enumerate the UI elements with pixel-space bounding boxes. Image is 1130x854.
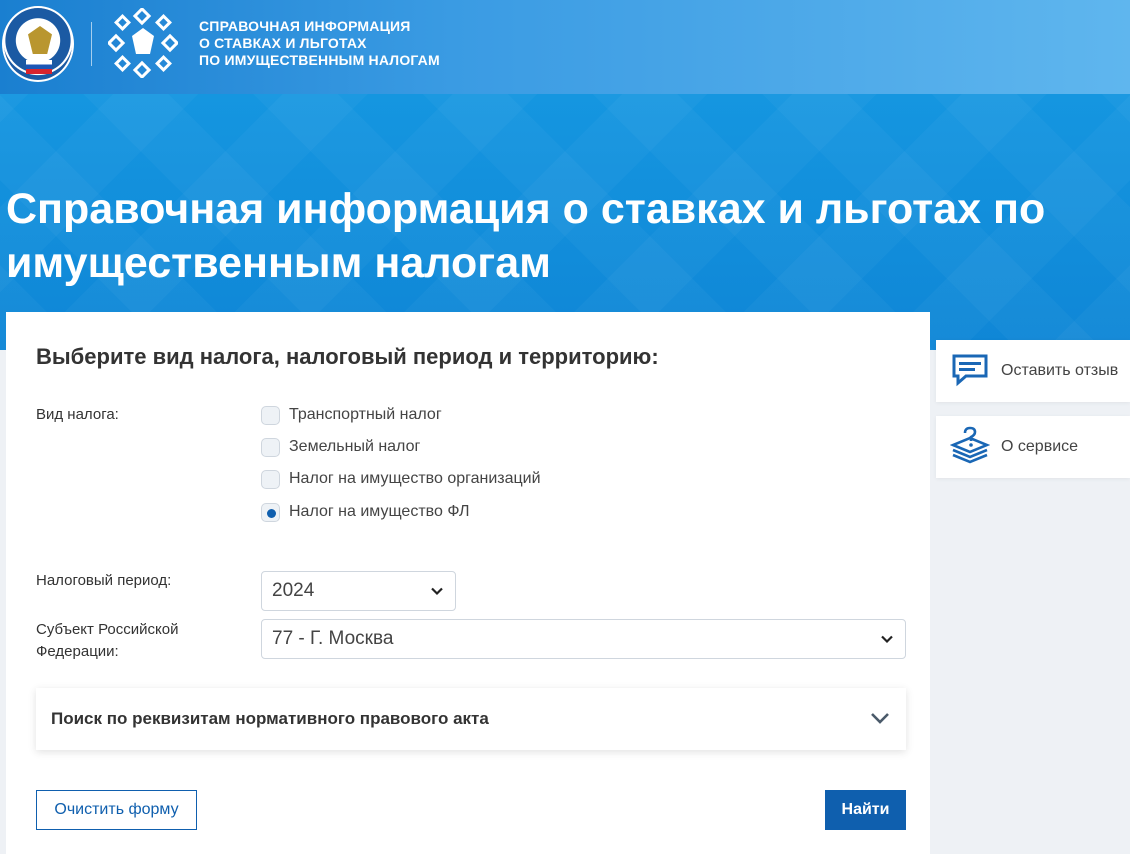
region-select[interactable]: 77 - Г. Москва — [261, 619, 906, 659]
tax-type-option-transport[interactable]: Транспортный налог — [261, 404, 442, 426]
accordion-title: Поиск по реквизитам нормативного правово… — [51, 709, 489, 728]
question-stack-icon — [950, 426, 990, 464]
logo-text-line-3: по имущественным налогам — [199, 52, 440, 68]
tax-type-option-individuals[interactable]: Налог на имущество ФЛ — [261, 501, 469, 523]
logo-text-line-1: Справочная информация — [199, 18, 411, 34]
fns-emblem-icon[interactable] — [2, 6, 74, 82]
search-form: Выберите вид налога, налоговый период и … — [6, 312, 930, 854]
radio-button[interactable] — [261, 405, 280, 425]
about-label: О сервисе — [1001, 438, 1079, 455]
logo-text-line-2: о ставках и льготах — [199, 35, 367, 51]
period-label: Налоговый период: — [36, 572, 172, 589]
option-label: Налог на имущество организаций — [289, 470, 541, 487]
region-label-line-2: Федерации: — [36, 643, 119, 660]
find-button[interactable]: Найти — [825, 790, 906, 830]
feedback-button[interactable]: Оставить отзыв — [936, 340, 1130, 402]
service-logo-icon[interactable] — [108, 8, 178, 78]
option-label: Транспортный налог — [289, 406, 442, 423]
radio-button-checked[interactable] — [261, 502, 280, 522]
tax-type-option-organizations[interactable]: Налог на имущество организаций — [261, 468, 541, 490]
flag-icon — [26, 60, 52, 74]
region-label: Субъект Российской Федерации: — [36, 619, 178, 663]
chevron-down-icon — [881, 635, 893, 644]
chevron-down-icon[interactable] — [870, 710, 890, 726]
eagle-icon — [28, 26, 52, 54]
period-select[interactable]: 2024 — [261, 571, 456, 611]
option-label: Налог на имущество ФЛ — [289, 503, 470, 520]
about-service-button[interactable]: О сервисе — [936, 416, 1130, 478]
feedback-label: Оставить отзыв — [1001, 362, 1119, 379]
radio-button[interactable] — [261, 437, 280, 457]
legal-act-search-accordion[interactable]: Поиск по реквизитам нормативного правово… — [36, 688, 906, 750]
tax-type-label: Вид налога: — [36, 406, 119, 423]
header-divider — [91, 22, 92, 66]
chevron-down-icon — [431, 587, 443, 596]
form-heading: Выберите вид налога, налоговый период и … — [36, 344, 659, 369]
tax-type-option-land[interactable]: Земельный налог — [261, 436, 420, 458]
region-value: 77 - Г. Москва — [272, 628, 394, 649]
clear-form-button[interactable]: Очистить форму — [36, 790, 197, 830]
top-bar: Справочная информация о ставках и льгота… — [0, 0, 1130, 94]
page-title: Справочная информация о ставках и льгота… — [6, 185, 1046, 287]
chat-bubble-icon — [952, 354, 988, 387]
period-value: 2024 — [272, 580, 315, 601]
service-logo-text[interactable]: Справочная информация о ставках и льгота… — [199, 18, 440, 69]
option-label: Земельный налог — [289, 438, 421, 455]
radio-button[interactable] — [261, 469, 280, 489]
region-label-line-1: Субъект Российской — [36, 621, 179, 638]
